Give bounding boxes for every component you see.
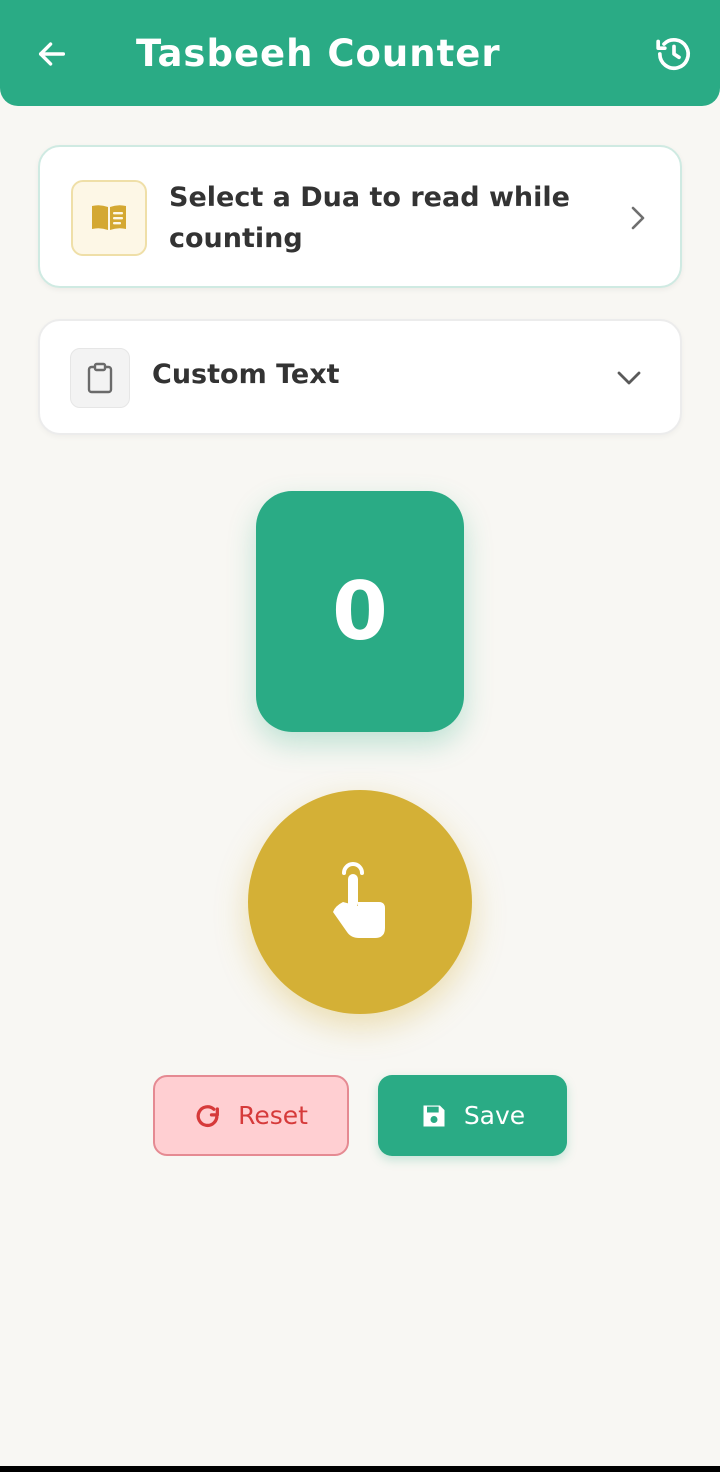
page-title: Tasbeeh Counter [136,32,501,75]
custom-text-label: Custom Text [152,359,340,390]
arrow-left-icon [38,42,66,66]
custom-text-dropdown[interactable]: Custom Text [38,319,682,435]
dua-selector-label: Select a Dua to read while counting [169,182,570,254]
history-icon [656,38,690,71]
clipboard-icon [87,362,113,394]
reset-label: Reset [238,1101,308,1130]
chevron-right-icon [623,204,651,232]
tasbeeh-screen: Tasbeeh Counter Select a Dua to read whi… [0,0,720,1472]
back-button[interactable] [30,32,74,76]
counter-value: 0 [332,565,388,658]
custom-text-icon-box [70,348,130,408]
dua-icon-box [71,180,147,256]
save-button[interactable]: Save [378,1075,567,1156]
tap-count-button[interactable] [248,790,472,1014]
hand-pointer-icon [333,862,385,938]
save-label: Save [463,1101,526,1130]
app-bar: Tasbeeh Counter [0,0,720,106]
system-nav-bar [0,1466,720,1472]
reset-button[interactable]: Reset [153,1075,349,1156]
dua-selector[interactable]: Select a Dua to read while counting [38,145,682,288]
counter-display: 0 [256,491,464,732]
book-icon [92,205,126,230]
refresh-icon [196,1104,220,1127]
floppy-disk-icon [423,1105,445,1126]
chevron-down-icon [614,363,644,393]
history-button[interactable] [652,32,696,76]
